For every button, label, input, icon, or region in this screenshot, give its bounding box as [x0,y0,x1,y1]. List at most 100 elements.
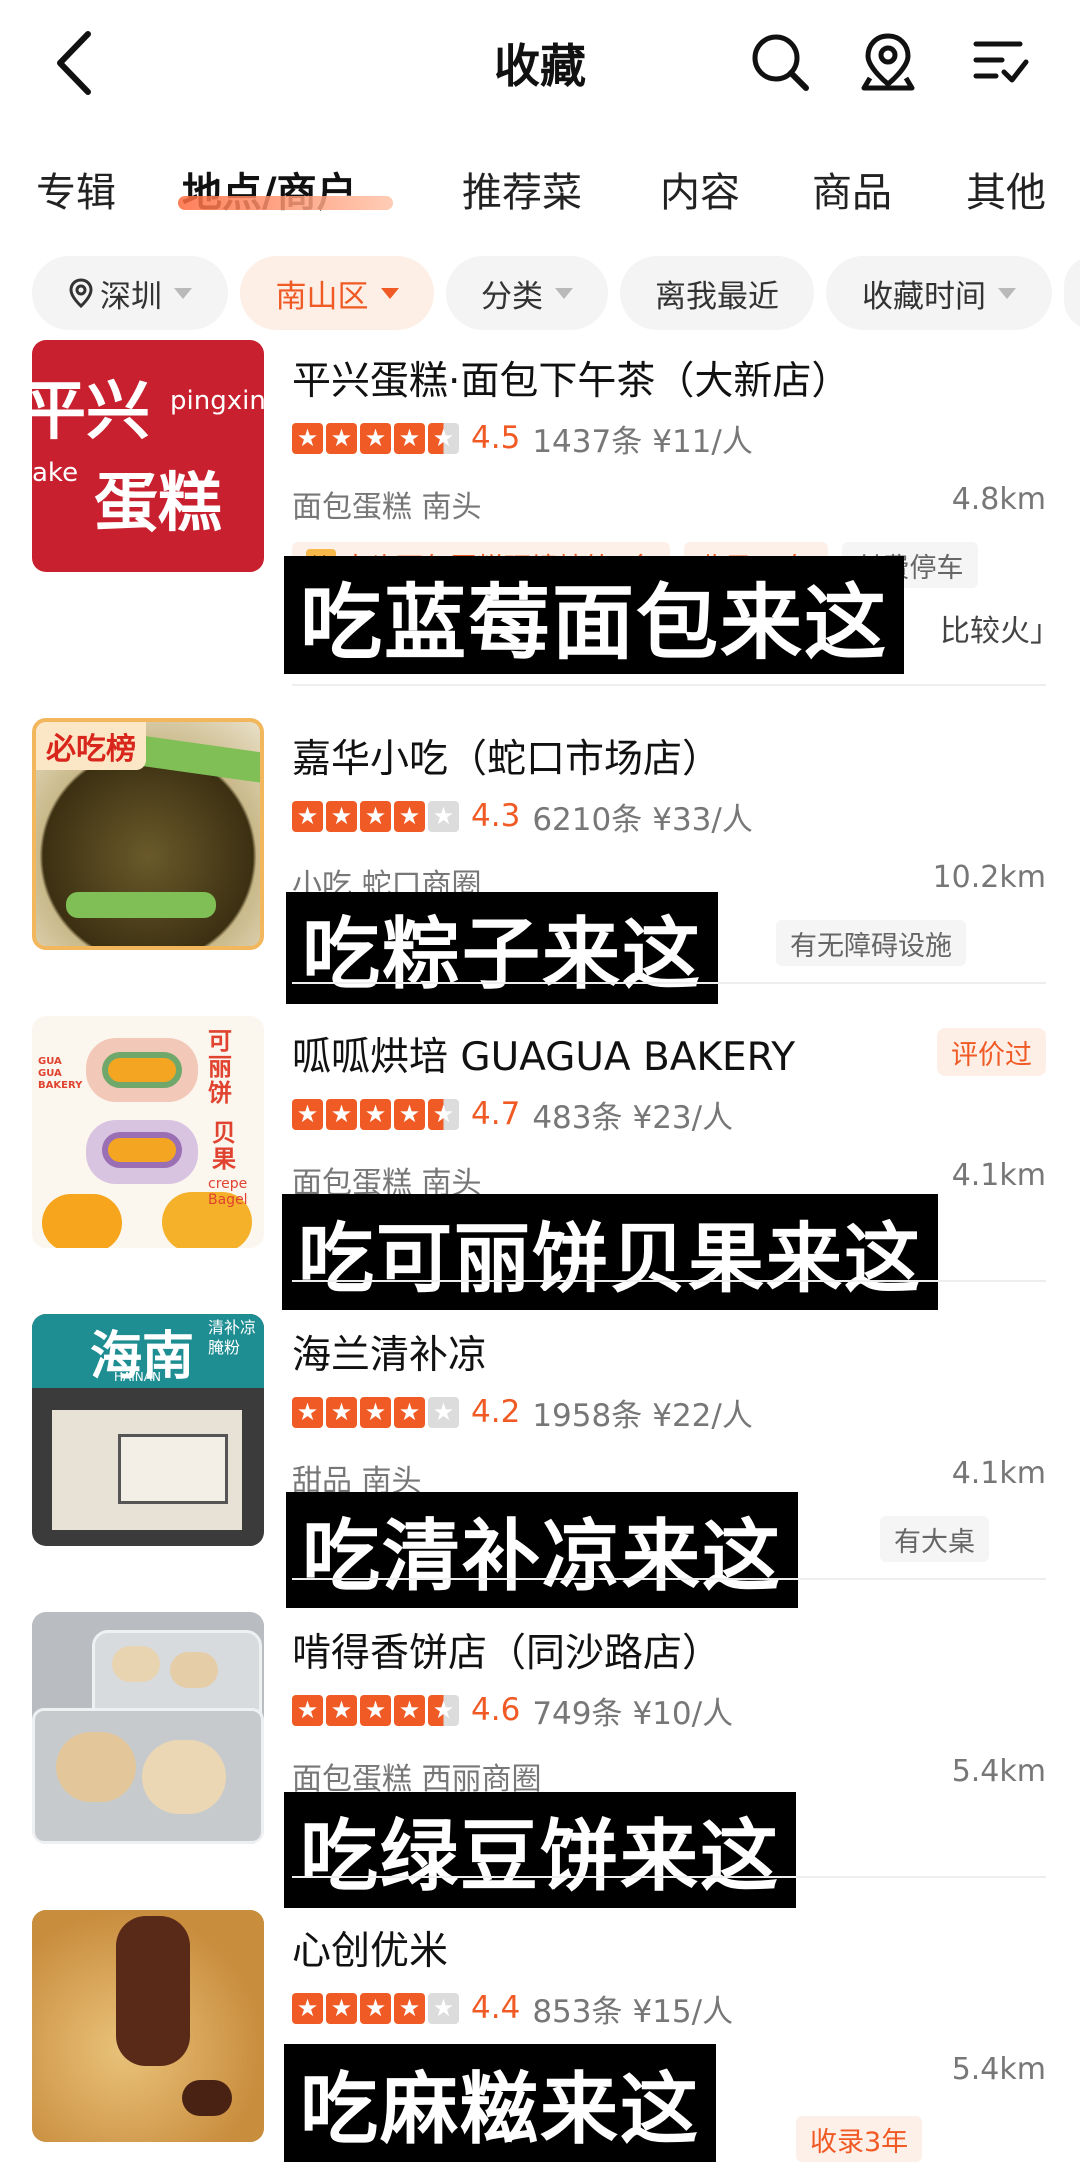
search-icon[interactable] [748,30,812,94]
filter-city-label: 深圳 [100,278,162,315]
divider [292,684,1046,686]
star-icon [360,1395,391,1429]
star-icon [394,1395,425,1429]
tag-list: 有大桌 [880,1516,989,1562]
star-rating [292,1097,459,1131]
sign-text: HAINAN [114,1370,161,1384]
star-rating [292,1991,459,2025]
star-icon [292,1097,323,1131]
food-image [66,892,216,918]
divider [292,1280,1046,1282]
caption-overlay: 吃可丽饼贝果来这 [282,1194,938,1310]
review-count: 483条 [532,1099,623,1136]
star-icon [428,421,459,455]
tag: 有大桌 [880,1516,989,1562]
avg-price: ¥10/人 [632,1695,734,1732]
list-item[interactable]: 必吃榜 嘉华小吃（蛇口市场店） 4.3 6210条 ¥33/人 小吃 蛇口商圈 … [0,718,1080,1004]
rating-score: 4.6 [471,1692,521,1728]
tab-content[interactable]: 内容 [660,160,740,218]
location-icon [69,278,93,308]
filter-category-label: 分类 [481,278,543,315]
filter-nearest[interactable]: 离我最近 [620,256,814,330]
map-pin-icon[interactable] [856,30,920,94]
filter-more[interactable] [1064,256,1080,330]
filter-district-label: 南山区 [275,278,369,315]
distance: 10.2km [932,860,1046,895]
star-icon [292,799,323,833]
tag-list: 收录3年 [796,2116,923,2162]
review-count: 6210条 [532,801,643,838]
rating-score: 4.7 [471,1096,521,1132]
list-item[interactable]: 平兴 蛋糕 pingxin ake 平兴蛋糕·面包下午茶（大新店） 4.5 14… [0,340,1080,686]
logo-text: 平兴 [32,374,150,449]
star-icon [394,1097,425,1131]
tag: 有无障碍设施 [776,920,966,966]
category-area: 面包蛋糕 南头 [292,490,482,525]
star-icon [394,421,425,455]
star-icon [360,1693,391,1727]
filter-saved-time[interactable]: 收藏时间 [826,256,1052,330]
logo-text: ake [32,458,79,488]
star-icon [360,799,391,833]
rating-row: 4.7 483条 ¥23/人 [292,1094,733,1136]
star-rating [292,799,459,833]
rating-row: 4.5 1437条 ¥11/人 [292,418,753,460]
tab-dishes[interactable]: 推荐菜 [462,160,582,218]
star-icon [428,1991,459,2025]
avg-price: ¥15/人 [632,1993,734,2030]
star-icon [292,1693,323,1727]
divider [292,1578,1046,1580]
thumb-text: Bagel [208,1192,248,1208]
star-icon [394,799,425,833]
distance: 5.4km [951,2052,1046,2087]
list-item[interactable]: 海南 清补凉 腌粉 HAINAN 海兰清补凉 4.2 1958条 ¥22/人 甜… [0,1314,1080,1608]
star-icon [292,1395,323,1429]
star-icon [428,1097,459,1131]
distance: 4.1km [951,1456,1046,1491]
caption-overlay: 吃蓝莓面包来这 [284,556,905,674]
review-count: 749条 [532,1695,623,1732]
header: 收藏 [0,0,1080,130]
food-image [142,1740,226,1814]
rating-score: 4.2 [471,1394,521,1430]
reviewed-badge: 评价过 [937,1028,1046,1076]
tag-list: 有无障碍设施 [776,920,966,966]
filter-district[interactable]: 南山区 [240,256,434,330]
must-eat-ribbon: 必吃榜 [36,722,146,770]
sign-text: 清补凉 腌粉 [208,1318,257,1357]
tab-other[interactable]: 其他 [966,160,1046,218]
edit-list-icon[interactable] [968,30,1032,94]
tab-albums[interactable]: 专辑 [36,160,116,218]
review-count: 1958条 [532,1397,643,1434]
star-icon [326,1395,357,1429]
shop-thumbnail [32,1910,264,2142]
food-image [170,1652,218,1688]
filter-bar: 深圳 南山区 分类 离我最近 收藏时间 [0,256,1080,332]
caption-overlay: 吃绿豆饼来这 [284,1792,797,1908]
logo-text: pingxin [170,386,264,416]
star-icon [326,1693,357,1727]
rating-score: 4.4 [471,1990,521,2026]
shop-thumbnail: 可丽饼 贝果 crepe Bagel GUA GUA BAKERY [32,1016,264,1248]
food-image [182,2080,232,2116]
rating-row: 4.3 6210条 ¥33/人 [292,796,753,838]
tab-goods[interactable]: 商品 [812,160,892,218]
star-icon [326,421,357,455]
food-image [112,1646,160,1682]
tab-bar: 专辑 地点/商户 推荐菜 内容 商品 其他 [0,150,1080,230]
star-icon [360,1097,391,1131]
star-icon [360,421,391,455]
filter-nearest-label: 离我最近 [655,278,779,315]
list-item[interactable]: 啃得香饼店（同沙路店） 4.6 749条 ¥10/人 面包蛋糕 西丽商圈 5.4… [0,1612,1080,1908]
shop-thumbnail [32,1612,264,1844]
caption-overlay: 吃麻糍来这 [284,2044,717,2162]
list-item[interactable]: 心创优米 4.4 853条 ¥15/人 5.4km 收录3年 吃麻糍来这 [0,1910,1080,2184]
star-icon [428,1395,459,1429]
list-item[interactable]: 可丽饼 贝果 crepe Bagel GUA GUA BAKERY 呱呱烘培 G… [0,1016,1080,1310]
shop-thumbnail: 海南 清补凉 腌粉 HAINAN [32,1314,264,1546]
filter-category[interactable]: 分类 [446,256,608,330]
star-icon [394,1991,425,2025]
chevron-down-icon [998,287,1016,299]
filter-city[interactable]: 深圳 [32,256,228,330]
shop-thumbnail: 平兴 蛋糕 pingxin ake [32,340,264,572]
